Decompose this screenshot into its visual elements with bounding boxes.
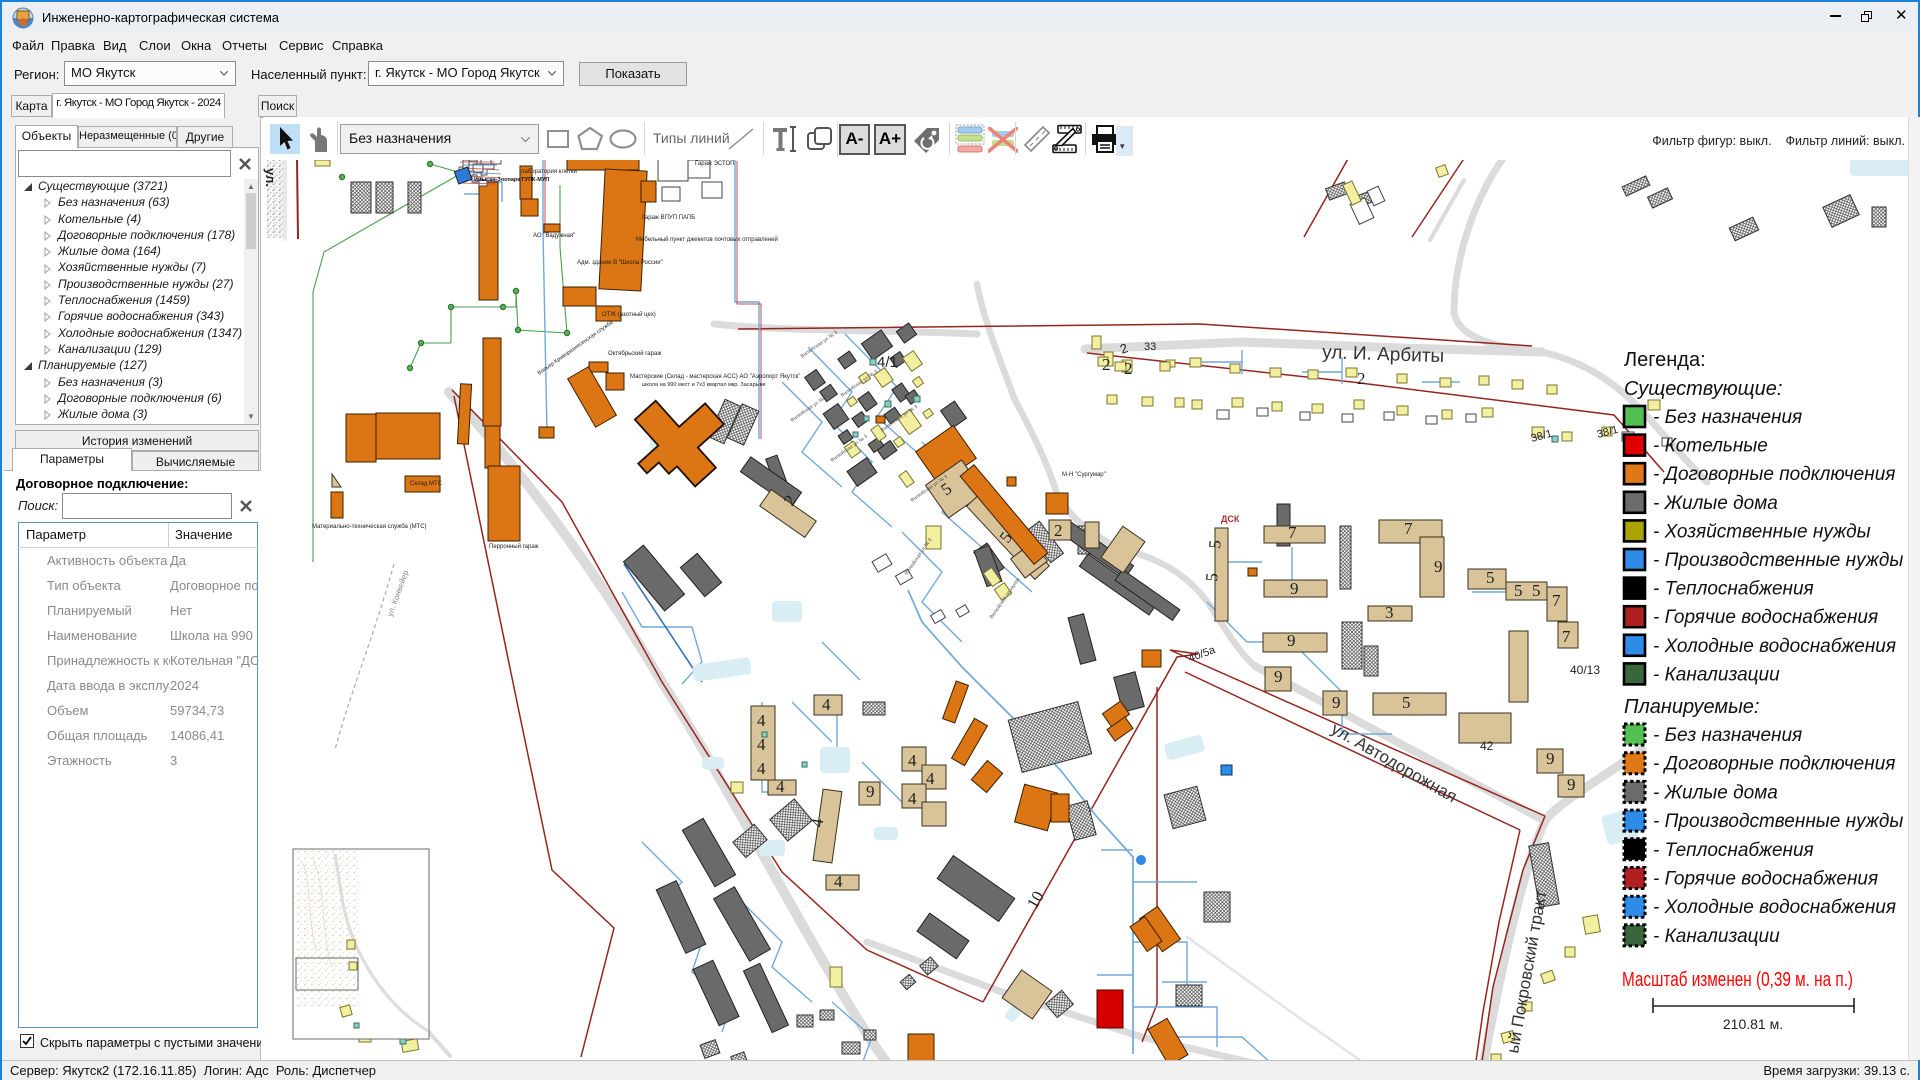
svg-text:ул. И. Арбиты: ул. И. Арбиты [1322, 342, 1445, 367]
svg-text:7: 7 [1288, 523, 1297, 542]
svg-text:5: 5 [1205, 539, 1225, 549]
svg-text:Существующие:: Существующие: [1624, 378, 1782, 400]
svg-text:Мастерские (Склад - мастерская: Мастерские (Склад - мастерская АСС) АО "… [630, 374, 800, 380]
svg-text:- Производственные нужды: - Производственные нужды [1653, 550, 1903, 571]
svg-text:2: 2 [1124, 359, 1133, 378]
svg-text:- Договорные подключения: - Договорные подключения [1653, 754, 1895, 775]
svg-text:7: 7 [1552, 591, 1561, 610]
svg-text:Склад МТС: Склад МТС [410, 481, 443, 487]
svg-text:5: 5 [1532, 581, 1541, 600]
svg-text:9: 9 [1546, 749, 1555, 768]
svg-text:Адм. здание В "Школа России": Адм. здание В "Школа России" [577, 260, 663, 266]
svg-text:4: 4 [776, 777, 785, 796]
svg-text:- Без назначения: - Без назначения [1653, 407, 1802, 428]
svg-text:4: 4 [908, 789, 917, 808]
svg-text:40/13: 40/13 [1570, 663, 1600, 677]
svg-text:- Горячие водоснабжения: - Горячие водоснабжения [1653, 607, 1878, 628]
svg-text:4: 4 [757, 711, 766, 730]
svg-text:4: 4 [757, 759, 766, 778]
svg-text:5: 5 [1202, 572, 1222, 582]
svg-text:- Договорные подключения: - Договорные подключения [1653, 464, 1895, 485]
svg-text:2: 2 [1054, 521, 1063, 540]
svg-text:Гараж ЭСТОП: Гараж ЭСТОП [695, 161, 734, 167]
svg-text:4: 4 [834, 872, 843, 891]
svg-text:9: 9 [1567, 775, 1576, 794]
svg-text:Легенда:: Легенда: [1624, 349, 1706, 371]
svg-text:5: 5 [1486, 568, 1495, 587]
svg-text:4: 4 [908, 751, 917, 770]
svg-text:Перронный гараж: Перронный гараж [489, 543, 539, 550]
svg-text:Масштаб изменен (0,39 м. на п.: Масштаб изменен (0,39 м. на п.) [1622, 969, 1853, 991]
svg-text:- Теплоснабжения: - Теплоснабжения [1653, 840, 1814, 861]
svg-text:9: 9 [1434, 557, 1443, 576]
svg-text:школа на 990 мест и 7х3 кварта: школа на 990 мест и 7х3 квартал мкр. Зас… [642, 382, 766, 388]
svg-text:- Без назначения: - Без назначения [1653, 725, 1802, 746]
svg-text:9: 9 [866, 782, 875, 801]
svg-text:7: 7 [1562, 627, 1571, 646]
svg-text:- Холодные водоснабжения: - Холодные водоснабжения [1653, 897, 1896, 918]
svg-text:- Горячие водоснабжения: - Горячие водоснабжения [1653, 869, 1878, 890]
svg-text:- Жилые дома: - Жилые дома [1653, 782, 1778, 803]
svg-text:210.81 м.: 210.81 м. [1723, 1016, 1783, 1032]
svg-text:42: 42 [1480, 739, 1494, 753]
svg-text:7: 7 [1404, 519, 1413, 538]
svg-text:4/1: 4/1 [877, 354, 898, 371]
svg-text:- Канализации: - Канализации [1653, 926, 1780, 947]
svg-text:Гараж ВПУП ПАПБ: Гараж ВПУП ПАПБ [642, 215, 695, 221]
svg-text:9: 9 [1332, 693, 1341, 712]
svg-text:9: 9 [1290, 579, 1299, 598]
svg-text:9: 9 [1287, 631, 1296, 650]
svg-text:лаборатория клетки: лаборатория клетки [521, 169, 577, 175]
svg-text:4: 4 [822, 695, 831, 714]
svg-text:9: 9 [1274, 667, 1283, 686]
svg-text:2: 2 [1357, 369, 1366, 388]
svg-text:3: 3 [1385, 603, 1394, 622]
svg-text:2: 2 [1102, 355, 1111, 374]
svg-text:Материально-техническая служба: Материально-техническая служба (МТС) [312, 524, 427, 530]
svg-text:- Хозяйственные нужды: - Хозяйственные нужды [1653, 521, 1871, 542]
svg-text:Мебельный пункт джекетов почто: Мебельный пункт джекетов почтовых отправ… [636, 236, 778, 243]
svg-text:Октябрьский гараж: Октябрьский гараж [608, 350, 661, 357]
svg-text:ОТЖ (азотный цех): ОТЖ (азотный цех) [602, 311, 656, 318]
svg-text:ДСК: ДСК [1221, 514, 1240, 524]
svg-text:4: 4 [757, 735, 766, 754]
svg-text:- Жилые дома: - Жилые дома [1653, 493, 1778, 514]
svg-text:АО "Вадужная": АО "Вадужная" [533, 233, 575, 239]
svg-text:- Холодные водоснабжения: - Холодные водоснабжения [1653, 636, 1896, 657]
svg-text:5: 5 [1402, 693, 1411, 712]
svg-text:4: 4 [926, 769, 935, 788]
svg-text:М-Н "Сургумар": М-Н "Сургумар" [1062, 472, 1106, 478]
svg-text:- Производственные нужды: - Производственные нужды [1653, 811, 1903, 832]
svg-text:Ийысан-Зоопарк ГУПК-МУП: Ийысан-Зоопарк ГУПК-МУП [474, 176, 549, 183]
svg-text:ул.: ул. [263, 168, 278, 187]
svg-text:Планируемые:: Планируемые: [1624, 696, 1760, 718]
svg-text:33: 33 [1144, 341, 1156, 353]
svg-text:5: 5 [1514, 581, 1523, 600]
svg-text:- Котельные: - Котельные [1653, 436, 1768, 457]
svg-text:- Теплоснабжения: - Теплоснабжения [1653, 579, 1814, 600]
svg-text:- Канализации: - Канализации [1653, 664, 1780, 685]
